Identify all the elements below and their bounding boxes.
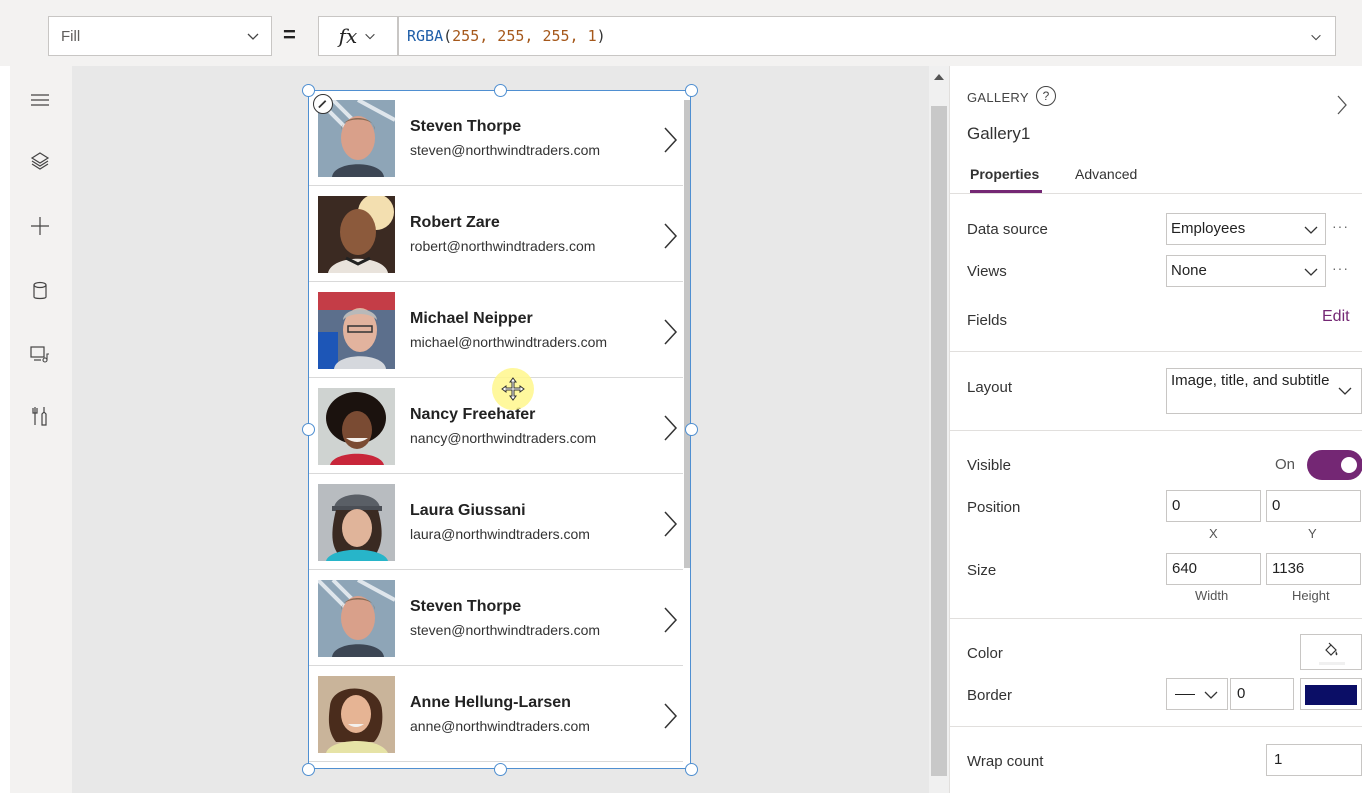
visible-label: Visible bbox=[967, 457, 1011, 474]
fields-edit-link[interactable]: Edit bbox=[1322, 308, 1350, 326]
tab-advanced[interactable]: Advanced bbox=[1075, 166, 1137, 182]
views-dropdown[interactable]: None bbox=[1166, 255, 1326, 287]
position-label: Position bbox=[967, 499, 1021, 516]
size-label: Size bbox=[967, 562, 997, 579]
divider bbox=[950, 726, 1362, 727]
formula-paren-close: ) bbox=[596, 27, 606, 45]
move-cursor-icon bbox=[492, 368, 534, 410]
position-x-input[interactable]: 0 bbox=[1166, 490, 1261, 522]
resize-handle-left[interactable] bbox=[302, 423, 315, 436]
layout-label: Layout bbox=[967, 379, 1013, 396]
height-input[interactable]: 1136 bbox=[1266, 553, 1361, 585]
resize-handle-bottom[interactable] bbox=[494, 763, 507, 776]
menu-icon[interactable] bbox=[28, 88, 52, 112]
data-source-value: Employees bbox=[1171, 220, 1246, 237]
x-label: X bbox=[1209, 526, 1218, 541]
border-width-input[interactable]: 0 bbox=[1230, 678, 1294, 710]
visible-toggle[interactable] bbox=[1307, 450, 1362, 480]
more-options-icon[interactable]: ··· bbox=[1332, 260, 1349, 276]
visible-state: On bbox=[1275, 456, 1296, 473]
chevron-down-icon bbox=[1304, 226, 1318, 234]
properties-panel: GALLERY ? Gallery1 Properties Advanced D… bbox=[949, 66, 1362, 793]
plus-icon[interactable] bbox=[28, 214, 52, 238]
divider bbox=[950, 193, 1362, 194]
formula-input[interactable]: RGBA(255, 255, 255, 1) bbox=[398, 16, 1336, 56]
fx-button[interactable]: fx bbox=[318, 16, 398, 56]
formula-function: RGBA bbox=[407, 27, 444, 45]
chevron-down-icon bbox=[365, 33, 376, 40]
views-label: Views bbox=[967, 263, 1007, 280]
data-source-dropdown[interactable]: Employees bbox=[1166, 213, 1326, 245]
resize-handle-top-right[interactable] bbox=[685, 84, 698, 97]
equals-sign: = bbox=[283, 22, 296, 47]
formula-arguments: 255, 255, 255, 1 bbox=[452, 27, 597, 45]
tab-properties[interactable]: Properties bbox=[970, 166, 1039, 182]
color-picker-button[interactable] bbox=[1300, 634, 1362, 670]
border-label: Border bbox=[967, 687, 1013, 704]
property-dropdown-value: Fill bbox=[61, 27, 81, 45]
position-y-input[interactable]: 0 bbox=[1266, 490, 1361, 522]
border-line-style bbox=[1175, 694, 1195, 695]
divider bbox=[950, 618, 1362, 619]
resize-handle-top-left[interactable] bbox=[302, 84, 315, 97]
chevron-down-icon bbox=[1204, 691, 1218, 699]
height-label: Height bbox=[1292, 588, 1330, 603]
edit-gallery-icon[interactable] bbox=[313, 94, 333, 114]
fields-label: Fields bbox=[967, 312, 1008, 329]
property-dropdown[interactable]: Fill bbox=[48, 16, 272, 56]
collapse-panel-icon[interactable] bbox=[1336, 94, 1348, 116]
color-swatch bbox=[1319, 662, 1345, 665]
formula-bar: Fill = fx RGBA(255, 255, 255, 1) bbox=[0, 0, 1362, 66]
resize-handle-top[interactable] bbox=[494, 84, 507, 97]
fx-icon: fx bbox=[338, 24, 358, 48]
wrap-count-input[interactable]: 1 bbox=[1266, 744, 1362, 776]
resize-handle-bottom-right[interactable] bbox=[685, 763, 698, 776]
more-options-icon[interactable]: ··· bbox=[1332, 218, 1349, 234]
control-name[interactable]: Gallery1 bbox=[967, 124, 1030, 144]
width-label: Width bbox=[1195, 588, 1229, 603]
resize-handle-right[interactable] bbox=[685, 423, 698, 436]
y-label: Y bbox=[1308, 526, 1317, 541]
border-color-swatch bbox=[1305, 685, 1357, 705]
data-source-label: Data source bbox=[967, 221, 1048, 238]
layout-value: Image, title, and subtitle bbox=[1171, 372, 1330, 389]
scroll-thumb[interactable] bbox=[931, 106, 947, 776]
tools-icon[interactable] bbox=[28, 404, 52, 428]
control-type: GALLERY bbox=[967, 90, 1029, 105]
border-color-button[interactable] bbox=[1300, 678, 1362, 710]
wrap-count-label: Wrap count bbox=[967, 753, 1044, 770]
views-value: None bbox=[1171, 262, 1207, 279]
left-rail bbox=[10, 66, 72, 793]
expand-formula-icon[interactable] bbox=[1309, 30, 1323, 44]
divider bbox=[950, 430, 1362, 431]
paint-bucket-icon bbox=[1325, 642, 1338, 656]
chevron-down-icon bbox=[1304, 268, 1318, 276]
formula-paren-open: ( bbox=[443, 27, 453, 45]
chevron-down-icon bbox=[247, 33, 259, 40]
layers-icon[interactable] bbox=[28, 149, 52, 173]
toggle-knob bbox=[1341, 457, 1357, 473]
selection-border bbox=[308, 90, 691, 769]
database-icon[interactable] bbox=[28, 279, 52, 303]
help-icon[interactable]: ? bbox=[1036, 86, 1056, 106]
border-style-dropdown[interactable] bbox=[1166, 678, 1228, 710]
scroll-up-icon[interactable] bbox=[934, 74, 944, 80]
layout-dropdown[interactable]: Image, title, and subtitle bbox=[1166, 368, 1362, 414]
chevron-down-icon bbox=[1338, 387, 1352, 395]
canvas-scrollbar[interactable] bbox=[929, 66, 949, 793]
divider bbox=[950, 351, 1362, 352]
color-label: Color bbox=[967, 645, 1003, 662]
media-icon[interactable] bbox=[28, 342, 52, 366]
resize-handle-bottom-left[interactable] bbox=[302, 763, 315, 776]
width-input[interactable]: 640 bbox=[1166, 553, 1261, 585]
